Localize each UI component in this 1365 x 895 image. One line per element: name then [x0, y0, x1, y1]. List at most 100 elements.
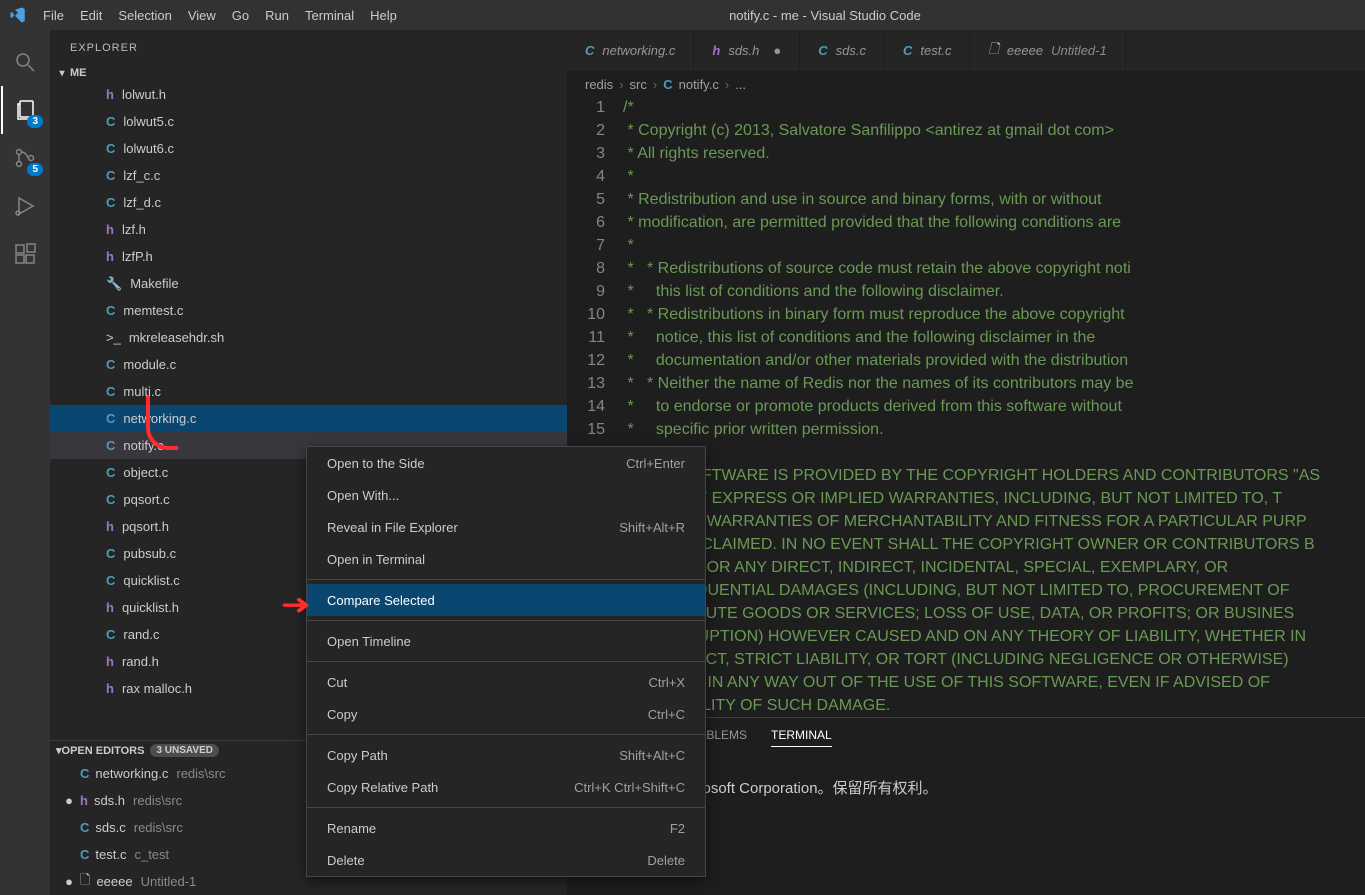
h-file-icon: h — [106, 87, 114, 102]
file-row[interactable]: h lolwut.h — [50, 81, 567, 108]
menu-separator — [307, 807, 705, 808]
file-row[interactable]: Cmemtest.c — [50, 297, 567, 324]
h-file-icon: h — [106, 654, 114, 669]
file-name: quicklist.c — [123, 573, 179, 588]
file-row[interactable]: 🔧Makefile — [50, 270, 567, 297]
c-file-icon: C — [80, 820, 89, 835]
c-file-icon: C — [663, 77, 672, 92]
editor-name: networking.c — [95, 766, 168, 781]
menu-selection[interactable]: Selection — [110, 0, 179, 30]
context-menu-item[interactable]: Open in Terminal — [307, 543, 705, 575]
menu-item-shortcut: Shift+Alt+C — [619, 748, 685, 763]
editor-tab[interactable]: hsds.h● — [694, 30, 800, 71]
editor-path: redis\src — [133, 793, 182, 808]
c-file-icon: C — [106, 168, 115, 183]
sidebar-title: EXPLORER — [50, 30, 567, 65]
tab-label: networking.c — [602, 43, 675, 58]
menu-terminal[interactable]: Terminal — [297, 0, 362, 30]
menu-file[interactable]: File — [35, 0, 72, 30]
file-name: rand.h — [122, 654, 159, 669]
search-icon[interactable] — [1, 38, 49, 86]
menu-edit[interactable]: Edit — [72, 0, 110, 30]
file-name: quicklist.h — [122, 600, 179, 615]
file-name: networking.c — [123, 411, 196, 426]
context-menu-item[interactable]: Open Timeline — [307, 625, 705, 657]
breadcrumb[interactable]: redis› src› C notify.c› ... — [567, 72, 1365, 96]
file-row[interactable]: Cmulti.c — [50, 378, 567, 405]
file-name: rand.c — [123, 627, 159, 642]
menu-help[interactable]: Help — [362, 0, 405, 30]
chevron-down-icon: ▾ — [54, 68, 70, 79]
context-menu-item[interactable]: Reveal in File ExplorerShift+Alt+R — [307, 511, 705, 543]
menu-item-label: Reveal in File Explorer — [327, 520, 458, 535]
menu-item-shortcut: Delete — [647, 853, 685, 868]
file-name: lzf.h — [122, 222, 146, 237]
workspace-header[interactable]: ▾ME — [50, 65, 567, 81]
context-menu-item[interactable]: Compare Selected — [307, 584, 705, 616]
file-name: lzfP.h — [122, 249, 153, 264]
context-menu-item[interactable]: RenameF2 — [307, 812, 705, 844]
file-name: lzf_d.c — [123, 195, 161, 210]
context-menu-item[interactable]: Delete Delete — [307, 844, 705, 876]
context-menu-item[interactable]: CopyCtrl+C — [307, 698, 705, 730]
editor-tab[interactable]: Ctest.c — [885, 30, 970, 71]
h-file-icon: h — [106, 600, 114, 615]
context-menu-item[interactable]: Open to the SideCtrl+Enter — [307, 447, 705, 479]
file-row[interactable]: h lzfP.h — [50, 243, 567, 270]
context-menu-item[interactable]: Open With... — [307, 479, 705, 511]
menu-item-label: Rename — [327, 821, 376, 836]
file-row[interactable]: Cmodule.c — [50, 351, 567, 378]
file-name: pqsort.c — [123, 492, 169, 507]
editor-tab[interactable]: Csds.c — [800, 30, 885, 71]
editor-name: sds.h — [94, 793, 125, 808]
h-file-icon: h — [80, 793, 88, 808]
editor-path: Untitled-1 — [141, 874, 197, 889]
vscode-logo-icon — [0, 6, 35, 24]
file-row[interactable]: Clzf_d.c — [50, 189, 567, 216]
h-file-icon: h — [106, 681, 114, 696]
file-name: object.c — [123, 465, 168, 480]
c-file-icon: C — [106, 546, 115, 561]
editor-tab[interactable]: Cnetworking.c — [567, 30, 694, 71]
scm-icon[interactable]: 5 — [1, 134, 49, 182]
context-menu-item[interactable]: Copy PathShift+Alt+C — [307, 739, 705, 771]
h-file-icon: h — [106, 249, 114, 264]
debug-icon[interactable] — [1, 182, 49, 230]
file-row[interactable]: Clolwut6.c — [50, 135, 567, 162]
menu-separator — [307, 579, 705, 580]
menu-bar: FileEditSelectionViewGoRunTerminalHelp — [35, 0, 405, 30]
context-menu-item[interactable]: Copy Relative PathCtrl+K Ctrl+Shift+C — [307, 771, 705, 803]
tab-terminal[interactable]: TERMINAL — [771, 728, 832, 747]
c-file-icon: C — [106, 303, 115, 318]
titlebar: FileEditSelectionViewGoRunTerminalHelp n… — [0, 0, 1365, 30]
tab-label: test.c — [920, 43, 951, 58]
menu-view[interactable]: View — [180, 0, 224, 30]
file-row[interactable]: Clzf_c.c — [50, 162, 567, 189]
file-row[interactable]: hlzf.h — [50, 216, 567, 243]
file-name: pubsub.c — [123, 546, 176, 561]
menu-go[interactable]: Go — [224, 0, 257, 30]
menu-separator — [307, 734, 705, 735]
menu-run[interactable]: Run — [257, 0, 297, 30]
explorer-icon[interactable]: 3 — [1, 86, 49, 134]
file-name: lolwut5.c — [123, 114, 174, 129]
menu-item-label: Open With... — [327, 488, 399, 503]
file-row[interactable]: >_mkreleasehdr.sh — [50, 324, 567, 351]
c-file-icon: C — [106, 438, 115, 453]
file-icon: 🗋 — [80, 871, 90, 893]
editor-path: redis\src — [134, 820, 183, 835]
file-name: module.c — [123, 357, 176, 372]
editor-tab[interactable]: 🗋eeeeeUntitled-1 — [970, 30, 1125, 71]
context-menu-item[interactable]: CutCtrl+X — [307, 666, 705, 698]
file-name: memtest.c — [123, 303, 183, 318]
file-row[interactable]: Cnetworking.c — [50, 405, 567, 432]
c-file-icon: C — [585, 43, 594, 58]
window-title: notify.c - me - Visual Studio Code — [405, 8, 1245, 23]
menu-separator — [307, 620, 705, 621]
extensions-icon[interactable] — [1, 230, 49, 278]
file-name: lolwut.h — [122, 87, 166, 102]
file-name: lzf_c.c — [123, 168, 160, 183]
code-content: /* * Copyright (c) 2013, Salvatore Sanfi… — [623, 96, 1365, 717]
menu-item-label: Delete — [327, 853, 365, 868]
file-row[interactable]: Clolwut5.c — [50, 108, 567, 135]
